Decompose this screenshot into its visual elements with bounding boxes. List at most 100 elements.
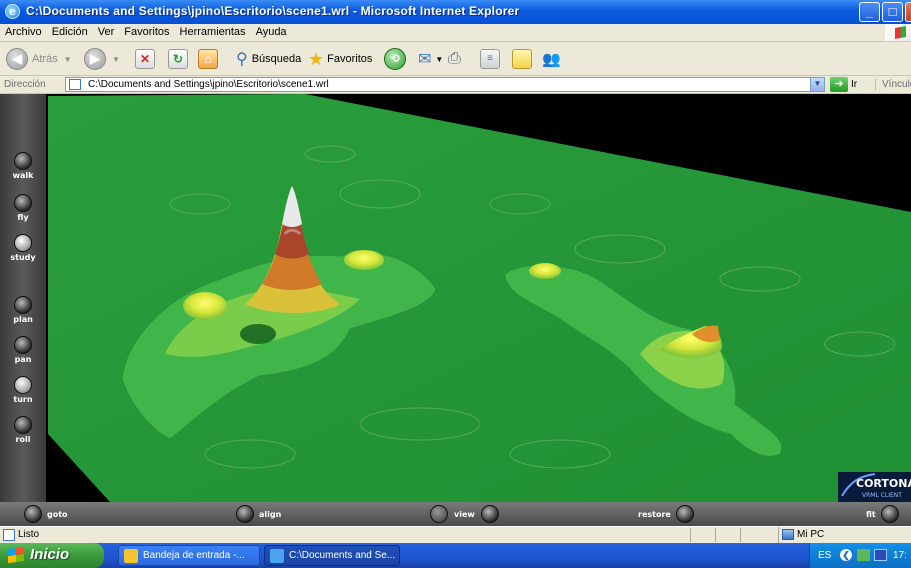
menu-herramientas[interactable]: Herramientas [175, 24, 251, 40]
status-divider [740, 528, 741, 542]
hill-small-3 [529, 263, 561, 279]
favorites-star-icon: ★ [308, 48, 325, 69]
taskbar-item-mail[interactable]: Bandeja de entrada -... [118, 545, 260, 566]
forward-dropdown-icon[interactable]: ▼ [112, 55, 120, 64]
links-button[interactable]: Vínculos [875, 79, 911, 90]
history-icon: ⟲ [384, 48, 406, 70]
taskbar: Inicio Bandeja de entrada -... C:\Docume… [0, 543, 911, 568]
cortona-logo-subtext: VRML CLIENT [862, 492, 902, 499]
restore-label: restore [638, 509, 671, 519]
vrml-viewport[interactable]: CORTONA VRML CLIENT [0, 94, 911, 502]
pan-button[interactable]: pan [6, 336, 40, 364]
status-divider [690, 528, 691, 542]
mail-icon: ✉ [418, 51, 432, 68]
minimize-button[interactable]: _ [859, 2, 880, 22]
internet-explorer-icon: e [5, 4, 20, 19]
goto-label: goto [47, 509, 68, 519]
study-button[interactable]: study [6, 234, 40, 262]
fly-label: fly [17, 213, 29, 222]
stop-button[interactable]: ✕ [135, 48, 155, 70]
go-button[interactable]: Ir [851, 79, 857, 90]
taskbar-item-ie[interactable]: C:\Documents and Se... [264, 545, 400, 566]
cortona-logo-text: CORTONA [856, 477, 911, 490]
window-title: C:\Documents and Settings\jpino\Escritor… [26, 4, 520, 18]
back-label: Atrás [32, 53, 58, 65]
address-dropdown-icon[interactable]: ▼ [810, 78, 824, 91]
mail-dropdown-icon[interactable]: ▼ [435, 55, 443, 64]
title-bar[interactable]: e C:\Documents and Settings\jpino\Escrit… [0, 0, 911, 24]
menu-bar: Archivo Edición Ver Favoritos Herramientas Ay… [0, 24, 911, 42]
cortona-bottom-bar: goto align view restore fit [0, 502, 911, 526]
goto-icon [24, 505, 42, 523]
tray-app-icon[interactable] [874, 549, 887, 561]
turn-button[interactable]: turn [6, 376, 40, 404]
home-icon: ⌂ [198, 49, 218, 69]
menu-ver[interactable]: Ver [93, 24, 120, 40]
start-label: Inicio [30, 546, 70, 563]
menu-ayuda[interactable]: Ayuda [251, 24, 292, 40]
terrain-scene: CORTONA VRML CLIENT [48, 94, 911, 502]
fly-icon [14, 194, 32, 212]
hill-small-2 [344, 250, 384, 270]
note-icon [512, 49, 532, 69]
plan-label: plan [13, 315, 33, 324]
status-divider [715, 528, 716, 542]
view-button[interactable]: view [430, 505, 499, 523]
taskbar-item-label: Bandeja de entrada -... [143, 550, 245, 561]
home-button[interactable]: ⌂ [198, 48, 218, 70]
menu-archivo[interactable]: Archivo [0, 24, 47, 40]
pan-icon [14, 336, 32, 354]
cortona-nav-panel: walk fly study plan pan turn roll [0, 94, 46, 502]
roll-button[interactable]: roll [6, 416, 40, 444]
restore-button[interactable]: restore [638, 505, 694, 523]
address-label: Dirección [4, 79, 46, 90]
language-indicator[interactable]: ES [818, 550, 831, 561]
menu-favoritos[interactable]: Favoritos [119, 24, 174, 40]
taskbar-item-label: C:\Documents and Se... [289, 550, 396, 561]
edit-button[interactable]: ≡ [480, 48, 500, 70]
messenger-icon: 👥 [542, 51, 561, 68]
mail-button[interactable]: ✉ ▼ [418, 48, 443, 70]
back-arrow-icon: ◀ [6, 48, 28, 70]
ie-taskbar-icon [270, 549, 284, 563]
fit-label: fit [866, 509, 876, 519]
refresh-button[interactable]: ↻ [168, 48, 188, 70]
back-dropdown-icon[interactable]: ▼ [64, 55, 72, 64]
close-button[interactable]: X [905, 2, 911, 22]
address-input[interactable]: C:\Documents and Settings\jpino\Escritor… [65, 77, 825, 92]
study-icon [14, 234, 32, 252]
view-prev-icon[interactable] [430, 505, 448, 523]
page-icon [69, 79, 81, 90]
align-icon [236, 505, 254, 523]
messenger-button[interactable]: 👥 [542, 48, 561, 70]
tray-arrow-icon[interactable]: ❮ [840, 549, 852, 561]
discuss-button[interactable] [512, 48, 532, 70]
walk-button[interactable]: walk [6, 152, 40, 180]
clock[interactable]: 17: [893, 550, 907, 561]
windows-flag-icon [8, 546, 24, 564]
tray-network-icon[interactable] [857, 549, 870, 561]
hill-small-1 [183, 292, 227, 320]
address-value: C:\Documents and Settings\jpino\Escritor… [88, 79, 329, 90]
print-button[interactable]: ⎙ [448, 48, 461, 70]
zone-label: Mi PC [797, 529, 825, 540]
favorites-button[interactable]: ★ Favoritos [308, 48, 372, 70]
refresh-icon: ↻ [168, 49, 188, 69]
maximize-button[interactable]: □ [882, 2, 903, 22]
roll-icon [14, 416, 32, 434]
goto-button[interactable]: goto [24, 505, 68, 523]
fit-button[interactable]: fit [866, 505, 899, 523]
plan-button[interactable]: plan [6, 296, 40, 324]
back-button[interactable]: ◀ Atrás ▼ [6, 48, 72, 70]
go-arrow-icon[interactable]: ➜ [830, 77, 848, 92]
menu-edicion[interactable]: Edición [47, 24, 93, 40]
fly-button[interactable]: fly [6, 194, 40, 222]
start-button[interactable]: Inicio [0, 543, 104, 568]
standard-toolbar: ◀ Atrás ▼ ▶ ▼ ✕ ↻ ⌂ ⚲ Búsqueda ★ Favorit… [0, 42, 911, 76]
align-button[interactable]: align [236, 505, 281, 523]
history-button[interactable]: ⟲ [384, 48, 406, 70]
forward-button[interactable]: ▶ ▼ [84, 48, 120, 70]
ground-plane [48, 94, 911, 502]
search-button[interactable]: ⚲ Búsqueda [236, 48, 301, 70]
view-next-icon[interactable] [480, 505, 499, 523]
